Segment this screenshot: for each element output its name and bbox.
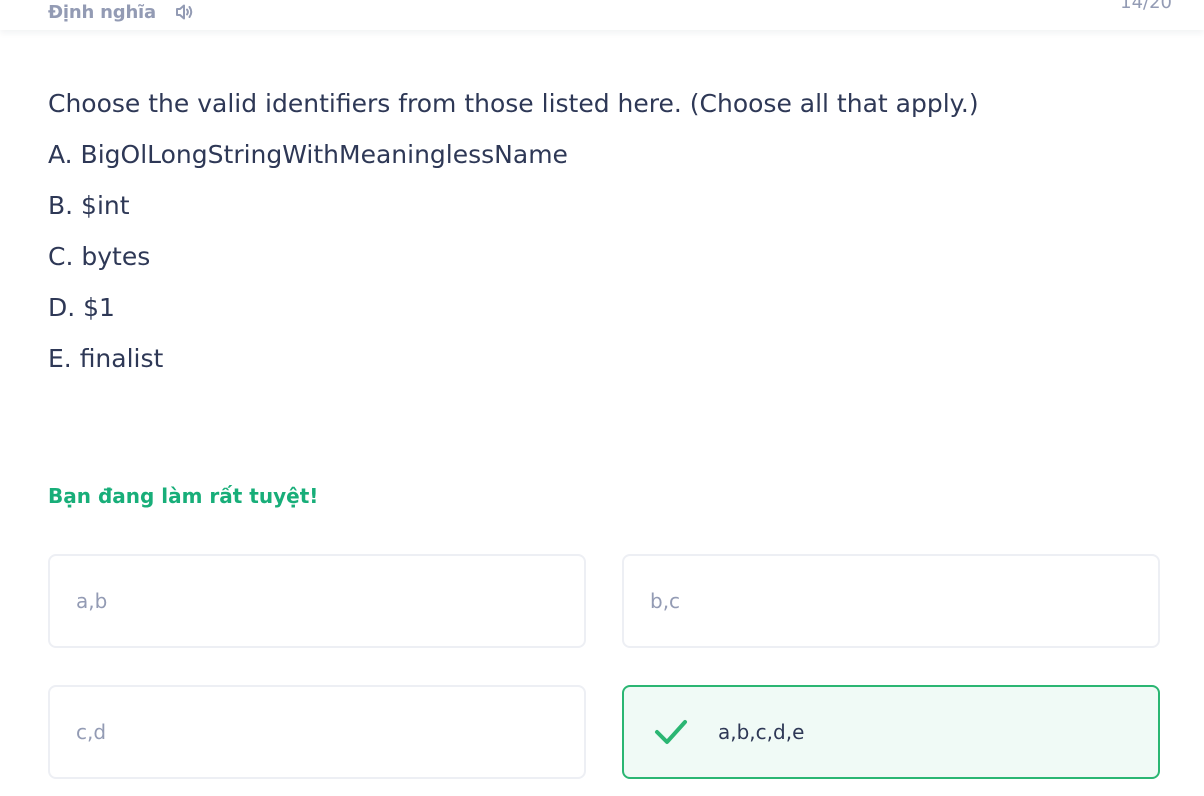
question-prompt: Choose the valid identifiers from those … (48, 89, 979, 118)
term-label: Định nghĩa (48, 1, 198, 23)
choice-c: C. bytes (48, 242, 151, 271)
term-label-text: Định nghĩa (48, 1, 156, 23)
choice-a: A. BigOlLongStringWithMeaninglessName (48, 140, 568, 169)
top-bar: Định nghĩa 14/20 (0, 0, 1204, 30)
answer-option-label: c,d (76, 720, 107, 744)
answer-option-label: b,c (650, 589, 681, 613)
answer-option-1[interactable]: a,b (48, 554, 586, 648)
feedback-message: Bạn đang làm rất tuyệt! (48, 484, 319, 508)
check-icon (654, 717, 688, 747)
speaker-icon[interactable] (172, 1, 198, 23)
choice-e: E. finalist (48, 344, 164, 373)
answer-option-3[interactable]: c,d (48, 685, 586, 779)
answer-option-2[interactable]: b,c (622, 554, 1160, 648)
answer-option-label: a,b,c,d,e (718, 720, 805, 744)
progress-counter: 14/20 (1120, 0, 1172, 13)
choice-d: D. $1 (48, 293, 115, 322)
answer-option-label: a,b (76, 589, 108, 613)
answer-option-4-correct[interactable]: a,b,c,d,e (622, 685, 1160, 779)
choice-b: B. $int (48, 191, 130, 220)
question-text: Choose the valid identifiers from those … (48, 78, 1158, 384)
